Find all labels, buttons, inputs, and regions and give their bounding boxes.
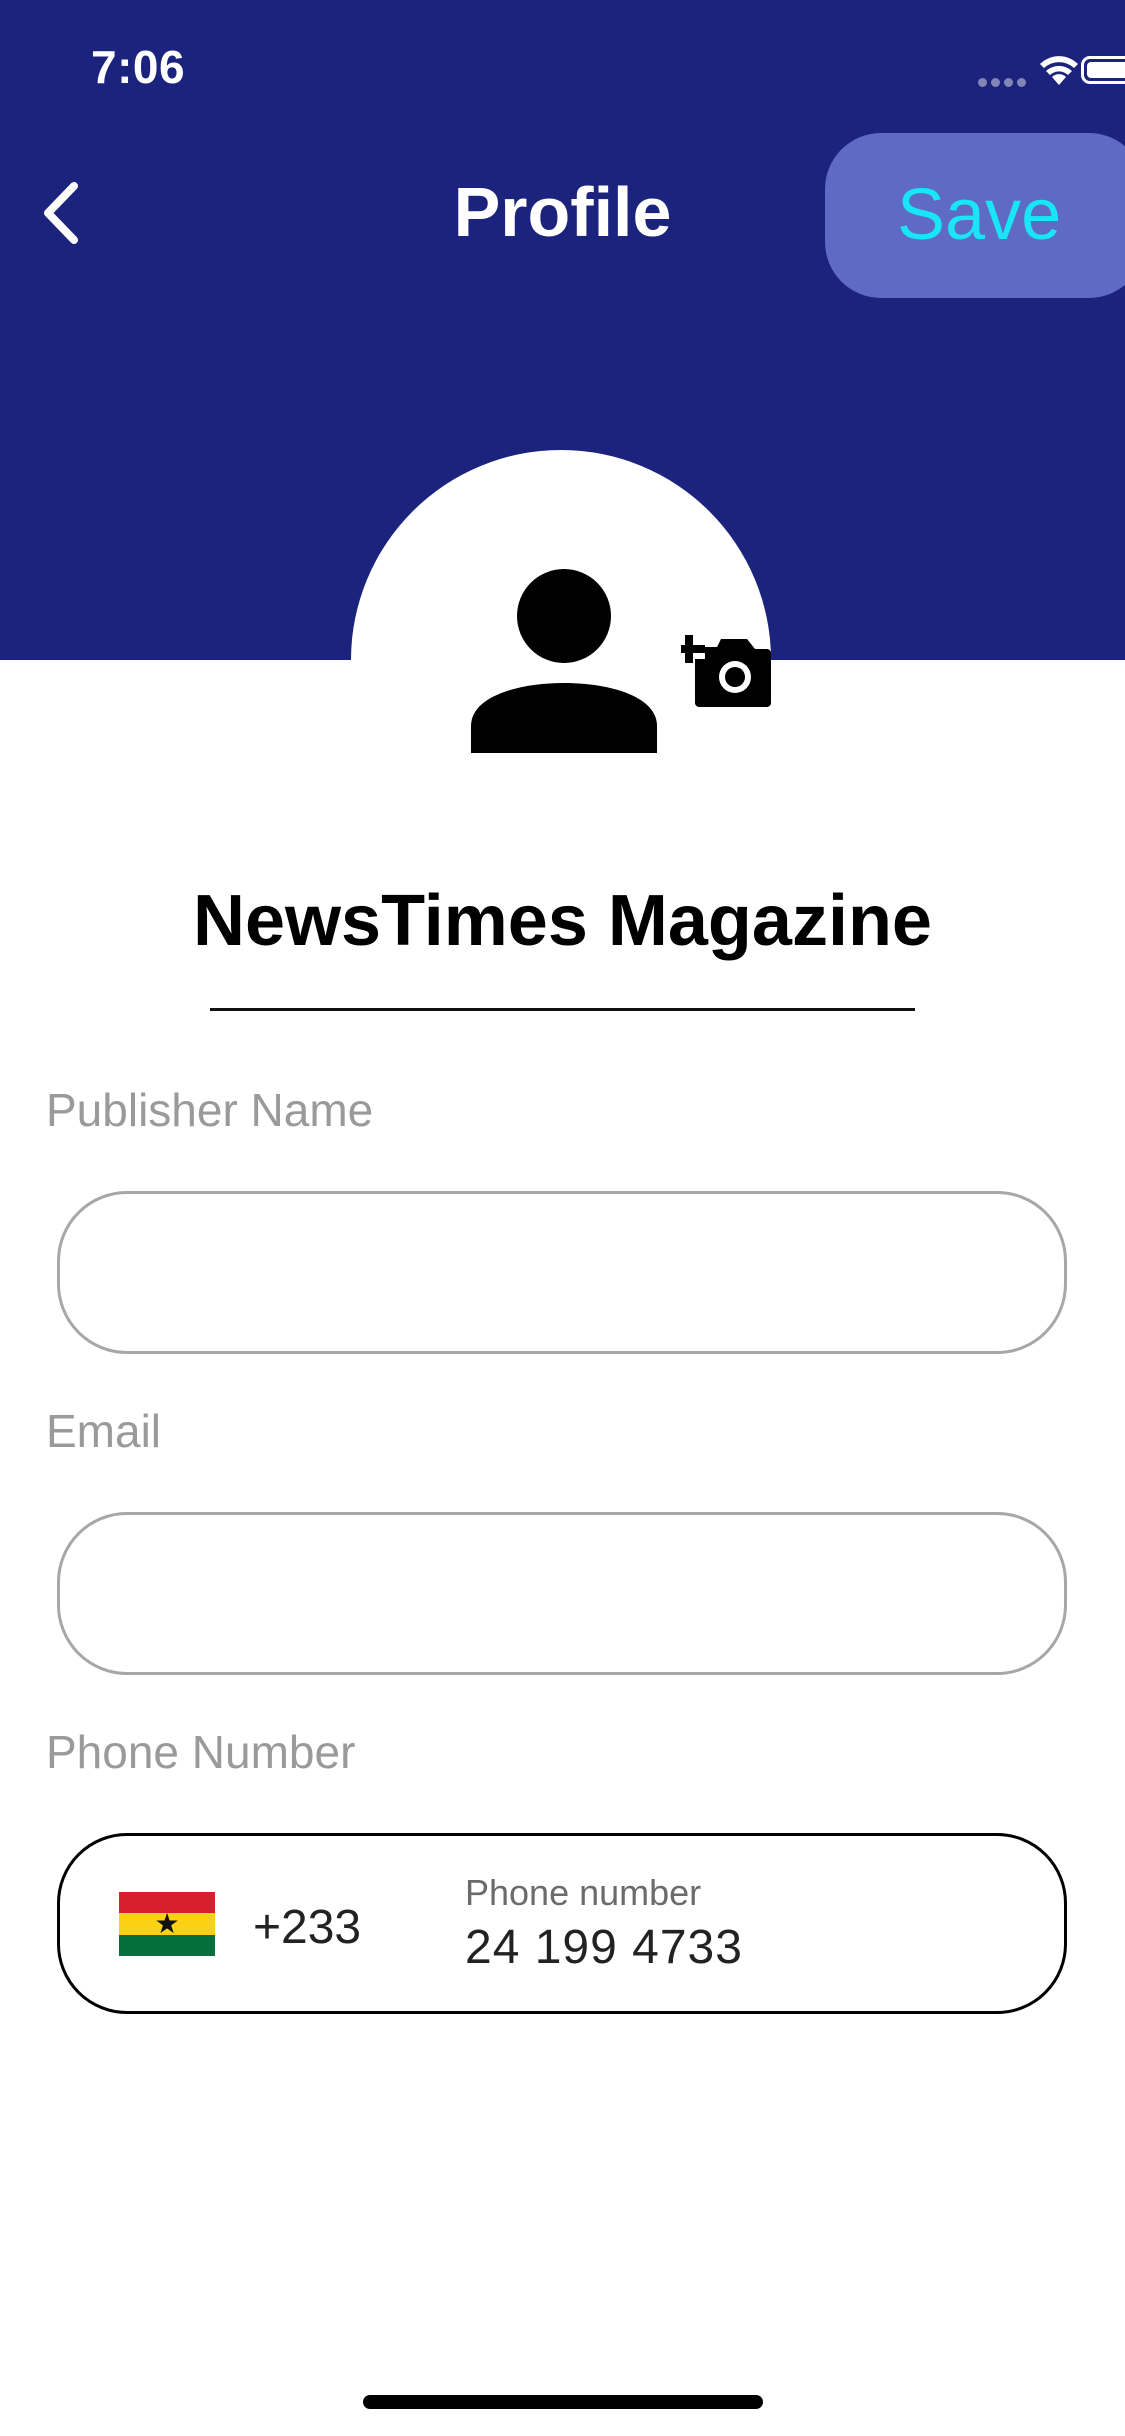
wifi-icon [1040,56,1078,85]
phone-number-label: Phone Number [46,1726,356,1778]
phone-number-field[interactable]: ★ +233 Phone number 24 199 4733 [57,1833,1067,2014]
name-underline [210,1008,915,1011]
battery-icon [1081,56,1125,84]
cellular-signal-icon [978,74,1032,87]
phone-number-input[interactable]: 24 199 4733 [465,1920,743,1975]
email-input[interactable] [60,1515,1064,1672]
publisher-name-input[interactable] [60,1194,1064,1351]
save-button[interactable]: Save [825,133,1125,298]
home-indicator [363,2395,763,2409]
country-dial-code[interactable]: +233 [253,1900,361,1955]
publisher-name-label: Publisher Name [46,1084,374,1136]
publisher-name-field[interactable] [57,1191,1067,1354]
ghana-flag-icon[interactable]: ★ [119,1892,215,1956]
add-photo-icon[interactable] [681,625,773,707]
phone-number-inner-label: Phone number [465,1872,702,1913]
person-icon [471,569,657,753]
email-label: Email [46,1405,162,1457]
profile-name[interactable]: NewsTimes Magazine [0,880,1125,962]
status-time: 7:06 [91,41,186,93]
avatar[interactable] [351,450,771,870]
email-field[interactable] [57,1512,1067,1675]
